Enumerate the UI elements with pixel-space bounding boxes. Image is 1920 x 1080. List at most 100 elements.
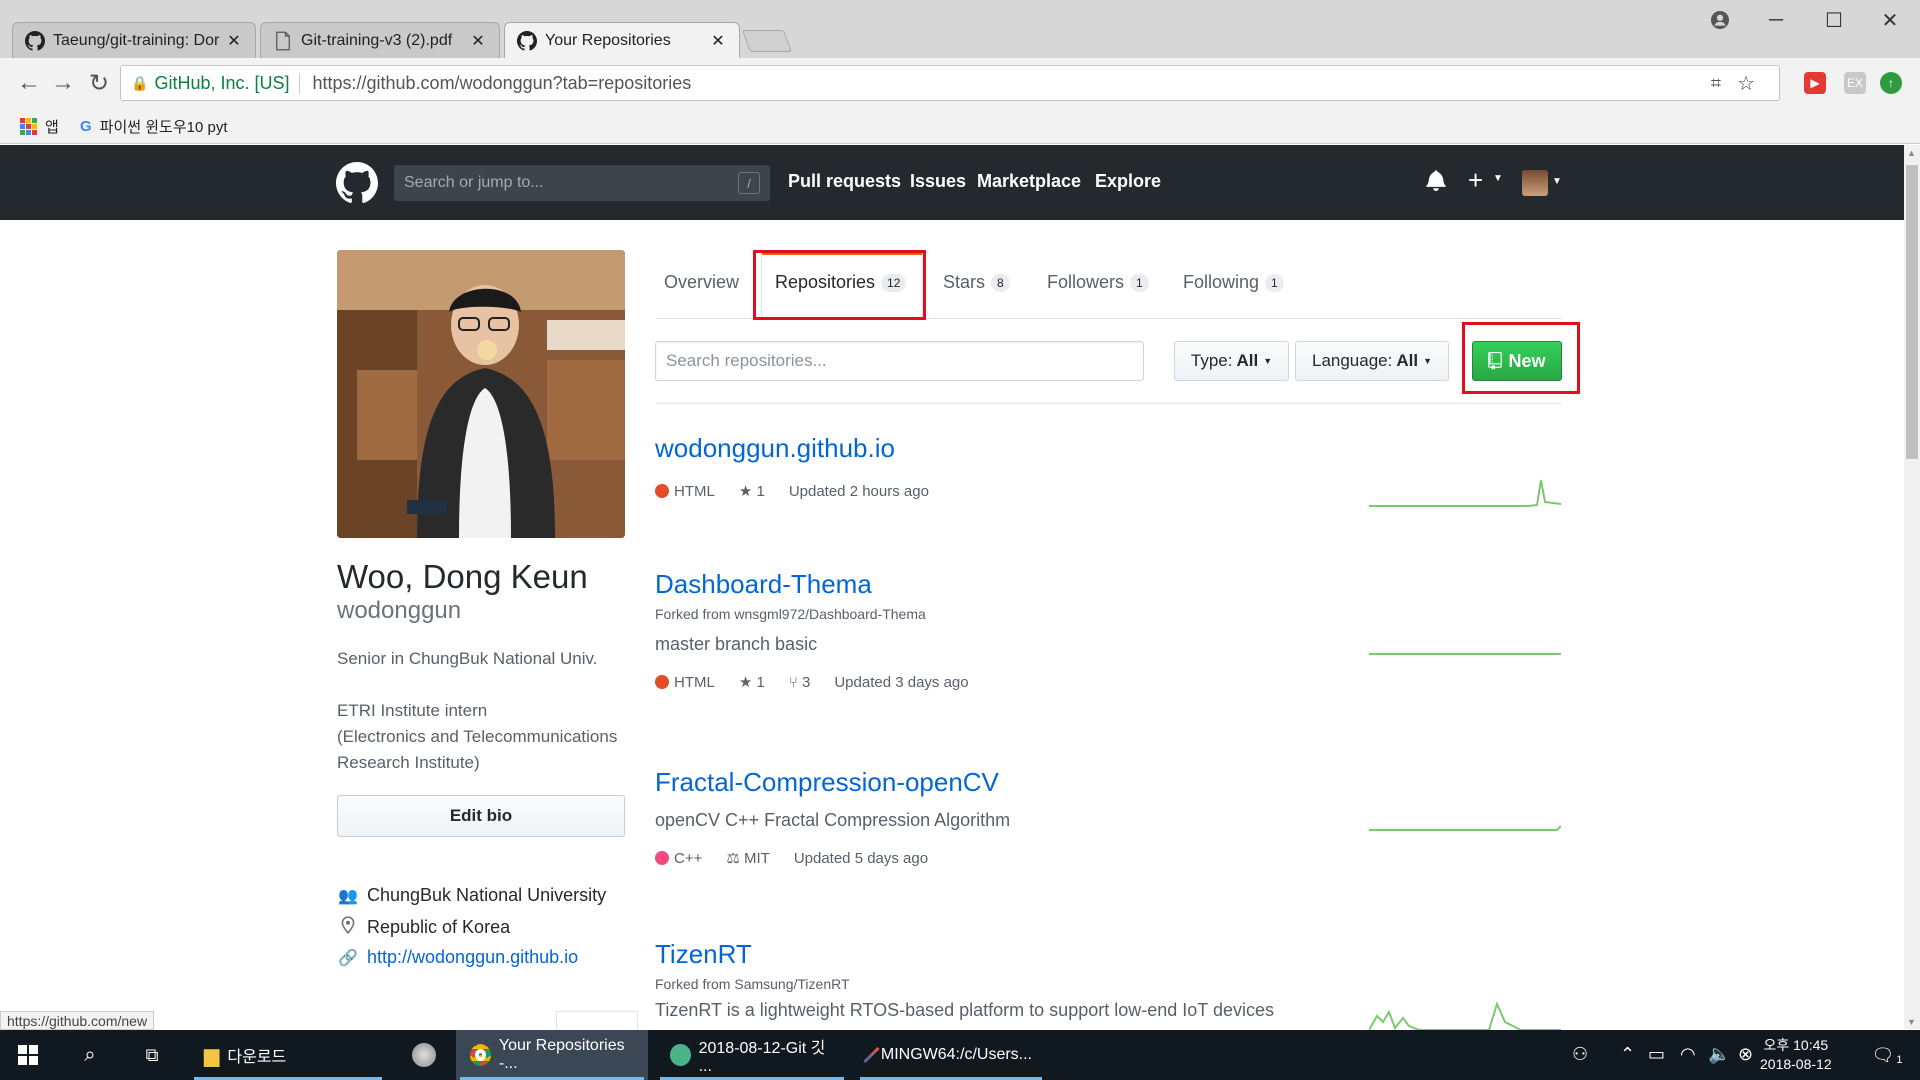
- taskbar-app-editor[interactable]: 2018-08-12-Git 깃 ...: [656, 1030, 848, 1080]
- windows-logo-icon: [18, 1045, 38, 1065]
- edit-bio-button[interactable]: Edit bio: [337, 795, 625, 837]
- browser-tab-your-repositories[interactable]: Your Repositories ✕: [504, 22, 740, 58]
- minimize-button[interactable]: ─: [1756, 6, 1796, 34]
- type-filter-dropdown[interactable]: Type: All ▼: [1174, 341, 1289, 381]
- taskbar-app-downloads[interactable]: ▆ 다운로드: [190, 1030, 386, 1080]
- close-circle-icon[interactable]: ⊗: [1738, 1044, 1753, 1065]
- profile-bio-line: Senior in ChungBuk National Univ.: [337, 649, 598, 668]
- taskbar-clock[interactable]: 오후 10:45 2018-08-12: [1760, 1036, 1832, 1074]
- reload-button[interactable]: ↻: [82, 66, 116, 100]
- star-icon: ★: [738, 483, 753, 500]
- repo-meta: HTML ★ 1 ⑂ 3 Updated 3 days ago: [655, 673, 1562, 691]
- scroll-up-arrow-icon[interactable]: ▲: [1907, 148, 1916, 158]
- repo-fork-source[interactable]: Forked from Samsung/TizenRT: [655, 976, 1562, 992]
- url-text[interactable]: https://github.com/wodonggun?tab=reposit…: [312, 73, 691, 94]
- repo-fork-source[interactable]: Forked from wnsgml972/Dashboard-Thema: [655, 606, 1562, 622]
- profile-bio-line: Research Institute): [337, 753, 480, 772]
- translate-icon[interactable]: ⌗: [1711, 73, 1721, 94]
- browser-tab-git-training[interactable]: Taeung/git-training: Dor ✕: [12, 22, 256, 58]
- star-bookmark-icon[interactable]: ☆: [1737, 71, 1755, 96]
- people-icon[interactable]: ⚇: [1572, 1044, 1588, 1065]
- nav-issues[interactable]: Issues: [910, 171, 966, 192]
- volume-muted-icon[interactable]: 🔈: [1708, 1044, 1730, 1065]
- back-button[interactable]: ←: [12, 66, 46, 100]
- taskbar-app-chrome[interactable]: Your Repositories -...: [456, 1030, 648, 1080]
- action-center-button[interactable]: 🗨 1: [1862, 1030, 1912, 1080]
- type-filter-label: Type:: [1190, 351, 1233, 370]
- tab-overview[interactable]: Overview: [664, 272, 739, 293]
- wifi-icon[interactable]: ◠: [1680, 1044, 1696, 1065]
- bookmark-apps[interactable]: 앱: [20, 116, 59, 137]
- language-filter-dropdown[interactable]: Language: All ▼: [1295, 341, 1449, 381]
- create-new-plus-icon[interactable]: +: [1468, 165, 1483, 196]
- bookmarks-bar: 앱 G 파이썬 윈도우10 pyt: [0, 108, 1920, 144]
- tab-counter: 8: [991, 273, 1010, 292]
- address-bar[interactable]: 🔒 GitHub, Inc. [US] https://github.com/w…: [120, 65, 1780, 101]
- repo-name-link[interactable]: Dashboard-Thema: [655, 569, 1562, 600]
- taskbar-app-git-bash[interactable]: MINGW64:/c/Users...: [856, 1030, 1046, 1080]
- show-hidden-icons-chevron-up-icon[interactable]: ⌃: [1620, 1044, 1635, 1065]
- organization-text: ChungBuk National University: [367, 885, 607, 905]
- tab-followers[interactable]: Followers 1: [1047, 272, 1149, 293]
- tab-following[interactable]: Following 1: [1183, 272, 1284, 293]
- maximize-button[interactable]: ☐: [1814, 6, 1854, 34]
- scroll-down-arrow-icon[interactable]: ▼: [1907, 1017, 1916, 1027]
- close-window-button[interactable]: ✕: [1870, 6, 1910, 34]
- page-scrollbar[interactable]: ▲ ▼: [1904, 145, 1920, 1029]
- browser-tab-pdf[interactable]: Git-training-v3 (2).pdf ✕: [260, 22, 500, 58]
- tab-label: Overview: [664, 272, 740, 292]
- extension-icon[interactable]: ↑: [1880, 72, 1902, 94]
- profile-avatar[interactable]: [337, 250, 625, 538]
- tab-close-icon[interactable]: ✕: [225, 31, 243, 51]
- scrollbar-thumb[interactable]: [1906, 165, 1918, 459]
- repository-search-input[interactable]: Search repositories...: [655, 341, 1144, 381]
- start-button[interactable]: [0, 1030, 56, 1080]
- search-icon[interactable]: ⌕: [62, 1030, 118, 1080]
- user-avatar-small[interactable]: [1522, 170, 1548, 196]
- repo-name-link[interactable]: Fractal-Compression-openCV: [655, 767, 1562, 798]
- extension-icon[interactable]: EX: [1844, 72, 1866, 94]
- task-view-icon[interactable]: ⧉: [124, 1030, 180, 1080]
- repo-stars[interactable]: ★ 1: [739, 482, 765, 500]
- stars-count: 1: [756, 483, 765, 500]
- tab-close-icon[interactable]: ✕: [469, 31, 487, 51]
- avatar-photo: [337, 250, 625, 538]
- extension-icon[interactable]: ▶: [1804, 72, 1826, 94]
- caret-down-icon[interactable]: ▼: [1552, 176, 1562, 187]
- language-name: HTML: [674, 673, 715, 691]
- taskbar-app-label: 다운로드: [227, 1049, 287, 1066]
- repo-forks[interactable]: ⑂ 3: [789, 674, 811, 691]
- new-tab-button[interactable]: [741, 30, 793, 52]
- taskbar-pinned-app[interactable]: [396, 1030, 452, 1080]
- nav-pull-requests[interactable]: Pull requests: [788, 171, 901, 192]
- github-logo-icon[interactable]: [336, 162, 378, 204]
- caret-down-icon[interactable]: ▼: [1493, 173, 1503, 184]
- website-link[interactable]: http://wodonggun.github.io: [367, 947, 578, 968]
- nav-explore[interactable]: Explore: [1095, 171, 1161, 192]
- profile-icon[interactable]: [1700, 6, 1740, 34]
- folder-icon: ▆: [204, 1044, 220, 1067]
- repo-name-link[interactable]: TizenRT: [655, 939, 1562, 970]
- repo-stars[interactable]: ★ 1: [739, 673, 765, 691]
- tab-label: Following: [1183, 272, 1260, 292]
- global-search-input[interactable]: Search or jump to... /: [394, 165, 770, 201]
- tab-stars[interactable]: Stars 8: [943, 272, 1010, 293]
- notifications-bell-icon[interactable]: [1426, 169, 1446, 197]
- activity-sparkline: [1369, 825, 1561, 831]
- location-pin-icon: [337, 916, 359, 939]
- repo-name-link[interactable]: wodonggun.github.io: [655, 433, 1562, 464]
- vcard-website: 🔗 http://wodonggun.github.io: [337, 947, 578, 968]
- language-color-dot: [655, 483, 669, 498]
- tab-close-icon[interactable]: ✕: [709, 31, 727, 51]
- clock-time: 오후 10:45: [1763, 1037, 1829, 1053]
- bookmark-python[interactable]: G 파이썬 윈도우10 pyt: [80, 116, 228, 137]
- forward-button[interactable]: →: [46, 66, 80, 100]
- apps-grid-icon: [20, 118, 37, 135]
- github-icon: [25, 30, 45, 51]
- paint-app-icon: [412, 1043, 436, 1067]
- location-text: Republic of Korea: [367, 917, 511, 937]
- bookmark-label: 파이썬 윈도우10 pyt: [99, 119, 228, 136]
- battery-icon[interactable]: ▭: [1648, 1044, 1665, 1065]
- nav-marketplace[interactable]: Marketplace: [977, 171, 1081, 192]
- repo-license: ⚖ MIT: [726, 849, 769, 867]
